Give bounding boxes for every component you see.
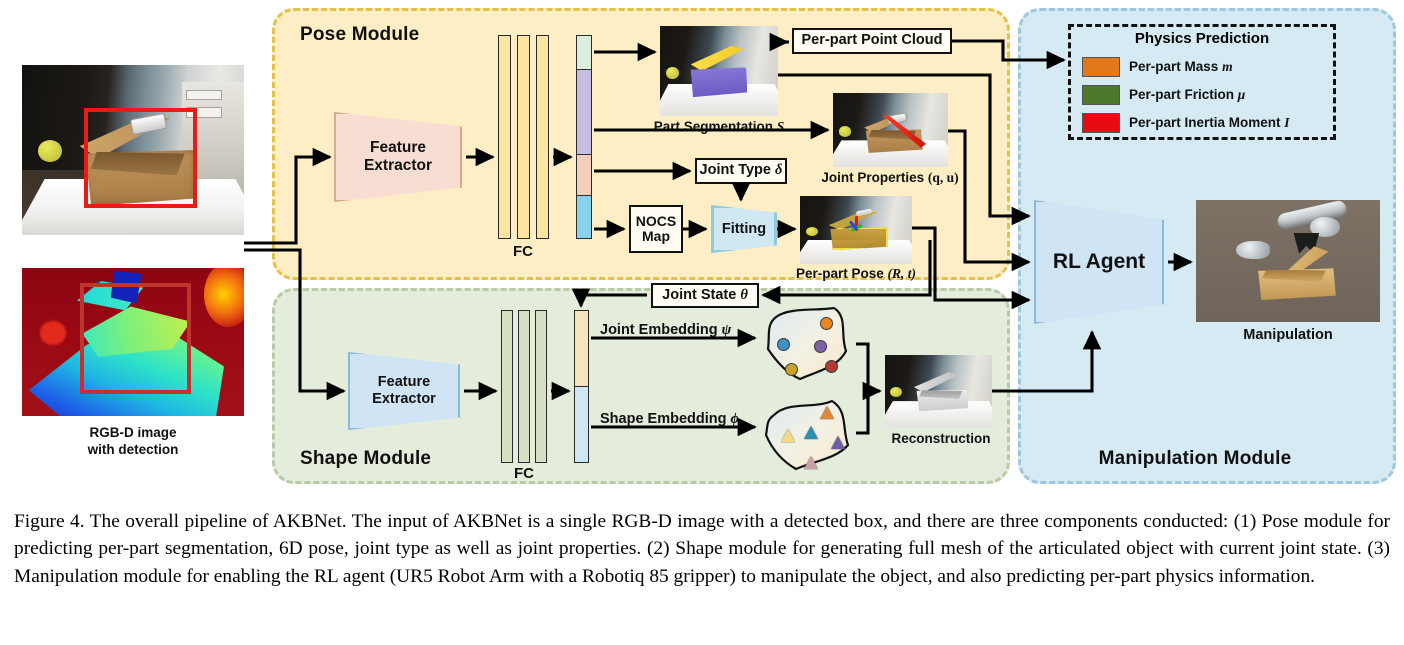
pose-fc-label: FC: [513, 243, 533, 260]
friction-color-swatch: [1082, 85, 1120, 105]
joint-type-text: Joint Type: [699, 162, 771, 179]
pose-module-title: Pose Module: [300, 24, 420, 45]
shape-embedding-point-2: [804, 426, 819, 440]
joint-embedding-point-3: [813, 340, 827, 354]
part-segmentation-thumb: [660, 26, 778, 116]
joint-emb-symbol: ψ: [721, 322, 732, 338]
joint-props-text: Joint Properties: [821, 170, 925, 185]
friction-text: Per-part Friction: [1129, 87, 1235, 102]
shape-fe-line1: Feature: [377, 374, 431, 391]
mass-symbol: m: [1222, 59, 1233, 74]
physics-row-inertia: Per-part Inertia Moment I: [1082, 113, 1290, 133]
physics-prediction-title: Physics Prediction: [1134, 30, 1270, 47]
shape-embedding-label: Shape Embedding ϕ: [600, 411, 739, 428]
mass-text: Per-part Mass: [1129, 59, 1219, 74]
per-part-pose-symbol: (R, t): [887, 266, 917, 281]
joint-properties-thumb: [833, 93, 948, 167]
inertia-color-swatch: [1082, 113, 1120, 133]
part-seg-text: Part Segmentation: [653, 119, 773, 134]
per-part-pose-text: Per-part Pose: [795, 266, 884, 281]
nocs-line2: Map: [642, 228, 670, 244]
shape-embedding-manifold: [760, 395, 856, 473]
shape-embedding-point-3: [819, 405, 834, 419]
joint-state-box: Joint State θ: [651, 283, 759, 308]
joint-emb-text: Joint Embedding: [600, 322, 718, 338]
shape-feature-vector: [574, 310, 589, 463]
mass-color-swatch: [1082, 57, 1120, 77]
joint-type-symbol: δ: [775, 162, 783, 179]
joint-embedding-label: Joint Embedding ψ: [600, 322, 731, 339]
pose-fc-bar-3: [536, 35, 549, 239]
inertia-symbol: I: [1284, 115, 1290, 130]
inertia-text: Per-part Inertia Moment: [1129, 115, 1281, 130]
pose-feature-vector: [576, 35, 592, 239]
pose-fe-line2: Extractor: [363, 157, 433, 174]
shape-fe-line2: Extractor: [372, 391, 436, 407]
nocs-map-box: NOCS Map: [629, 205, 683, 253]
joint-state-symbol: θ: [740, 286, 748, 303]
mass-label: Per-part Mass m: [1129, 59, 1233, 75]
reconstruction-thumb: [885, 355, 992, 427]
rgb-photo: [22, 65, 244, 235]
joint-embedding-point-4: [784, 362, 798, 376]
rl-agent-block: RL Agent: [1034, 200, 1164, 324]
friction-symbol: μ: [1237, 87, 1246, 102]
physics-row-mass: Per-part Mass m: [1082, 57, 1233, 77]
joint-state-text: Joint State: [662, 286, 737, 303]
input-caption-line1: RGB-D image: [89, 425, 177, 440]
detection-box-depth: [79, 282, 191, 394]
nocs-line1: NOCS: [635, 212, 677, 229]
pose-feature-segment-2: [577, 70, 591, 156]
physics-row-friction: Per-part Friction μ: [1082, 85, 1245, 105]
shape-fc-bar-3: [535, 310, 547, 463]
joint-embedding-manifold: [760, 305, 856, 383]
shape-fc-bar-1: [501, 310, 513, 463]
joint-embedding-point-2: [819, 317, 833, 331]
reconstruction-label: Reconstruction: [891, 431, 991, 446]
joint-embedding-point-1: [777, 337, 791, 351]
joint-properties-label: Joint Properties (q, u): [821, 170, 958, 186]
joint-props-symbol: (q, u): [927, 170, 959, 185]
shape-feature-segment-2: [575, 386, 588, 462]
figure-root: RGB-D image with detection Pose Module S…: [0, 0, 1404, 645]
joint-type-box: Joint Type δ: [695, 158, 787, 184]
depth-map: [22, 268, 244, 416]
detection-box-rgb: [84, 107, 198, 208]
inertia-label: Per-part Inertia Moment I: [1129, 115, 1290, 131]
manipulation-module-title: Manipulation Module: [1098, 448, 1292, 469]
pose-feature-extractor: Feature Extractor: [334, 112, 462, 202]
pose-fc-bar-1: [498, 35, 511, 239]
figure-caption: Figure 4. The overall pipeline of AKBNet…: [14, 511, 1390, 587]
pose-fc-bar-2: [517, 35, 530, 239]
part-segmentation-label: Part Segmentation S: [654, 119, 785, 135]
part-seg-symbol: S: [776, 119, 785, 134]
shape-feature-segment-1: [575, 311, 588, 387]
per-part-pose-thumb: [800, 196, 912, 264]
shape-emb-symbol: ϕ: [730, 411, 739, 427]
per-part-point-cloud-box: Per-part Point Cloud: [792, 28, 952, 54]
shape-feature-extractor: Feature Extractor: [348, 352, 460, 430]
input-caption-line2: with detection: [87, 442, 179, 458]
fitting-block: Fitting: [711, 205, 777, 253]
pose-fe-line1: Feature: [370, 139, 426, 157]
pose-feature-segment-3: [577, 155, 591, 196]
manipulation-label: Manipulation: [1243, 327, 1333, 343]
shape-embedding-point-5: [804, 455, 819, 469]
shape-module-title: Shape Module: [300, 448, 432, 469]
shape-emb-text: Shape Embedding: [600, 411, 727, 427]
shape-embedding-point-4: [831, 435, 846, 449]
shape-fc-label: FC: [514, 465, 534, 482]
shape-fc-bar-2: [518, 310, 530, 463]
rl-agent-label: RL Agent: [1052, 249, 1146, 273]
pose-feature-segment-1: [577, 36, 591, 71]
per-part-pose-label: Per-part Pose (R, t): [796, 266, 916, 282]
manipulation-thumb: [1196, 200, 1380, 322]
input-caption: RGB-D image with detection: [22, 424, 244, 459]
pose-feature-segment-4: [577, 195, 591, 238]
joint-embedding-point-5: [825, 359, 839, 373]
fitting-label: Fitting: [721, 220, 767, 237]
shape-embedding-point-1: [781, 429, 796, 443]
friction-label: Per-part Friction μ: [1129, 87, 1245, 103]
